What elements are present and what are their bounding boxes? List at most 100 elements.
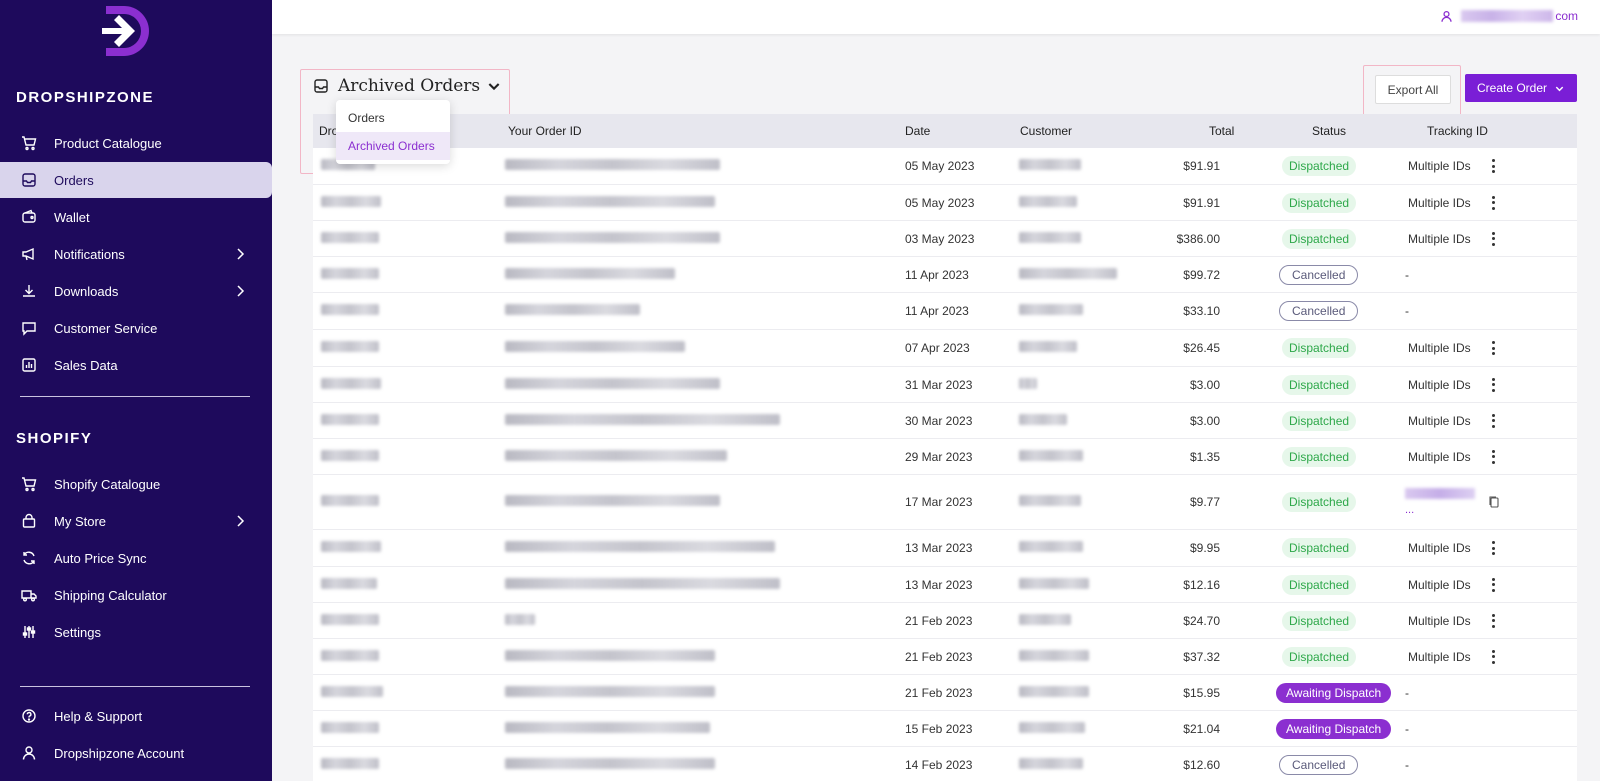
order-total: $99.72 — [1183, 267, 1220, 282]
customer-name-redacted — [1019, 541, 1083, 555]
table-row[interactable]: 17 Mar 2023 $9.77 Dispatched... — [313, 475, 1577, 530]
table-row[interactable]: 30 Mar 2023 $3.00 Dispatched Multiple IDs — [313, 403, 1577, 439]
logo-icon[interactable] — [100, 4, 152, 58]
table-row[interactable]: 05 May 2023 $91.91 Dispatched Multiple IDs — [313, 185, 1577, 221]
row-actions-menu-icon[interactable] — [1486, 376, 1500, 394]
column-header-tracking-id[interactable]: Tracking ID — [1427, 124, 1488, 138]
page-title-dropdown-toggle[interactable]: Archived Orders — [313, 76, 502, 96]
order-total: $386.00 — [1176, 231, 1220, 246]
order-id-redacted — [505, 495, 720, 509]
column-header-date[interactable]: Date — [905, 124, 930, 138]
dropdown-item-orders[interactable]: Orders — [336, 104, 450, 132]
status-badge: Cancelled — [1279, 264, 1359, 285]
sidebar-item-my-store[interactable]: My Store — [0, 503, 272, 539]
table-row[interactable]: 29 Mar 2023 $1.35 Dispatched Multiple IDs — [313, 439, 1577, 475]
order-id-redacted — [505, 649, 715, 664]
table-row[interactable]: 21 Feb 2023 $24.70 Dispatched Multiple IDs — [313, 603, 1577, 639]
create-order-button[interactable]: Create Order — [1465, 74, 1577, 102]
sidebar-item-label: Sales Data — [54, 357, 118, 373]
row-actions-menu-icon[interactable] — [1486, 448, 1500, 466]
chat-icon — [20, 319, 38, 337]
row-actions-menu-icon[interactable] — [1486, 576, 1500, 594]
row-actions-menu-icon[interactable] — [1486, 412, 1500, 430]
column-header-customer[interactable]: Customer — [1020, 124, 1072, 138]
wallet-icon — [20, 208, 38, 226]
table-row[interactable]: 11 Apr 2023 $33.10 Cancelled - — [313, 293, 1577, 330]
order-id-redacted — [505, 159, 720, 173]
customer-name-redacted — [1019, 449, 1083, 464]
sidebar-item-label: My Store — [54, 513, 107, 529]
row-actions-menu-icon[interactable] — [1486, 539, 1500, 557]
customer-name-redacted — [1019, 577, 1089, 592]
customer-name-redacted — [1019, 231, 1081, 246]
sidebar-item-auto-price-sync[interactable]: Auto Price Sync — [0, 540, 272, 576]
sidebar-item-downloads[interactable]: Downloads — [0, 273, 272, 309]
table-row[interactable]: 14 Feb 2023 $12.60 Cancelled - — [313, 747, 1577, 781]
copy-icon[interactable] — [1488, 495, 1500, 509]
dropdown-item-archived-orders[interactable]: Archived Orders — [336, 132, 450, 160]
order-total: $21.04 — [1183, 721, 1220, 736]
sidebar-item-account[interactable]: Dropshipzone Account — [0, 735, 272, 771]
table-row[interactable]: 07 Apr 2023 $26.45 Dispatched Multiple IDs — [313, 330, 1577, 367]
table-row[interactable]: 13 Mar 2023 $12.16 Dispatched Multiple IDs — [313, 567, 1577, 603]
tracking-id: - — [1405, 267, 1409, 282]
sidebar-divider — [20, 686, 250, 687]
table-row[interactable]: 11 Apr 2023 $99.72 Cancelled - — [313, 257, 1577, 293]
sidebar-item-settings[interactable]: Settings — [0, 614, 272, 650]
tracking-id[interactable]: Multiple IDs — [1408, 578, 1471, 592]
tracking-id[interactable]: Multiple IDs — [1408, 378, 1471, 392]
order-date: 03 May 2023 — [905, 231, 975, 246]
sidebar-item-notifications[interactable]: Notifications — [0, 236, 272, 272]
column-header-total[interactable]: Total — [1209, 124, 1234, 138]
tracking-id[interactable]: Multiple IDs — [1408, 650, 1471, 664]
sidebar-item-wallet[interactable]: Wallet — [0, 199, 272, 235]
order-date: 05 May 2023 — [905, 195, 975, 210]
customer-name-redacted — [1019, 495, 1081, 509]
sidebar-item-customer-service[interactable]: Customer Service — [0, 310, 272, 346]
row-actions-menu-icon[interactable] — [1486, 339, 1500, 357]
status-badge: Dispatched — [1282, 574, 1357, 595]
row-actions-menu-icon[interactable] — [1486, 194, 1500, 212]
sidebar-item-help-support[interactable]: Help & Support — [0, 698, 272, 734]
row-actions-menu-icon[interactable] — [1486, 230, 1500, 248]
row-actions-menu-icon[interactable] — [1486, 612, 1500, 630]
sidebar-item-orders[interactable]: Orders — [0, 162, 272, 198]
sidebar-item-sales-data[interactable]: Sales Data — [0, 347, 272, 383]
row-actions-menu-icon[interactable] — [1486, 157, 1500, 175]
user-account-menu[interactable]: com — [1440, 9, 1578, 23]
table-row[interactable]: 21 Feb 2023 $15.95 Awaiting Dispatch - — [313, 675, 1577, 711]
sidebar-item-shopify-catalogue[interactable]: Shopify Catalogue — [0, 466, 272, 502]
order-date: 05 May 2023 — [905, 159, 975, 173]
dropshipzone-id-redacted — [321, 541, 381, 555]
tracking-id[interactable]: Multiple IDs — [1408, 541, 1471, 555]
sidebar: DROPSHIPZONE Product Catalogue Orders Wa… — [0, 0, 272, 781]
table-row[interactable]: 03 May 2023 $386.00 Dispatched Multiple IDs — [313, 221, 1577, 257]
column-header-status[interactable]: Status — [1312, 124, 1346, 138]
order-id-redacted — [505, 195, 715, 210]
export-all-button[interactable]: Export All — [1375, 75, 1451, 104]
row-actions-menu-icon[interactable] — [1486, 648, 1500, 666]
table-row[interactable]: 05 May 2023 $91.91 Dispatched Multiple IDs — [313, 148, 1577, 185]
tracking-id[interactable]: Multiple IDs — [1408, 414, 1471, 428]
tracking-id[interactable]: Multiple IDs — [1408, 450, 1471, 464]
table-row[interactable]: 21 Feb 2023 $37.32 Dispatched Multiple IDs — [313, 639, 1577, 675]
tracking-id[interactable]: Multiple IDs — [1408, 341, 1471, 355]
order-id-redacted — [505, 757, 715, 772]
tracking-id[interactable]: Multiple IDs — [1408, 614, 1471, 628]
orders-table: Dro Your Order ID Date Customer Total St… — [313, 114, 1577, 781]
table-row[interactable]: 13 Mar 2023 $9.95 Dispatched Multiple IDs — [313, 530, 1577, 567]
tracking-id[interactable]: Multiple IDs — [1408, 159, 1471, 173]
order-date: 11 Apr 2023 — [905, 304, 969, 318]
column-header-order-id[interactable]: Your Order ID — [508, 124, 582, 138]
tracking-id-link[interactable]: ... — [1405, 488, 1475, 516]
table-row[interactable]: 15 Feb 2023 $21.04 Awaiting Dispatch - — [313, 711, 1577, 747]
user-icon — [1441, 10, 1452, 22]
sidebar-item-shipping-calculator[interactable]: Shipping Calculator — [0, 577, 272, 613]
tracking-id[interactable]: Multiple IDs — [1408, 196, 1471, 210]
sidebar-item-product-catalogue[interactable]: Product Catalogue — [0, 125, 272, 161]
order-total: $24.70 — [1183, 613, 1220, 628]
order-date: 21 Feb 2023 — [905, 685, 973, 700]
order-date: 13 Mar 2023 — [905, 541, 973, 555]
table-row[interactable]: 31 Mar 2023 $3.00 Dispatched Multiple IDs — [313, 367, 1577, 403]
tracking-id[interactable]: Multiple IDs — [1408, 232, 1471, 246]
